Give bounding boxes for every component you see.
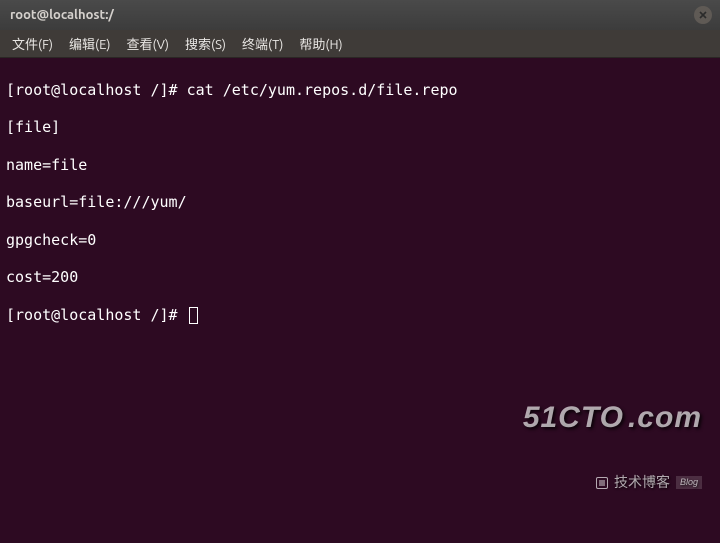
shell-prompt: [root@localhost /]# <box>6 306 187 324</box>
watermark-domain: .com <box>628 399 702 437</box>
watermark-icon <box>596 477 608 489</box>
window-title: root@localhost:/ <box>10 8 114 22</box>
watermark-tag: 技术博客 <box>614 474 670 492</box>
output-line: [file] <box>6 118 714 137</box>
output-line: name=file <box>6 156 714 175</box>
output-line: cost=200 <box>6 268 714 287</box>
menu-help[interactable]: 帮助(H) <box>291 30 350 57</box>
output-line: baseurl=file:///yum/ <box>6 193 714 212</box>
menu-view[interactable]: 查看(V) <box>119 30 177 57</box>
menu-file[interactable]: 文件(F) <box>4 30 61 57</box>
menu-edit[interactable]: 编辑(E) <box>61 30 118 57</box>
terminal-area[interactable]: [root@localhost /]# cat /etc/yum.repos.d… <box>0 58 720 543</box>
menu-terminal[interactable]: 终端(T) <box>234 30 291 57</box>
menu-bar: 文件(F) 编辑(E) 查看(V) 搜索(S) 终端(T) 帮助(H) <box>0 30 720 58</box>
watermark: 51CTO.com 技术博客 Blog <box>523 362 702 530</box>
shell-prompt: [root@localhost /]# <box>6 81 187 99</box>
window-titlebar: root@localhost:/ <box>0 0 720 30</box>
command-text: cat /etc/yum.repos.d/file.repo <box>187 81 458 99</box>
close-icon <box>698 10 708 20</box>
watermark-blog: Blog <box>676 476 702 489</box>
close-button[interactable] <box>694 6 712 24</box>
output-line: gpgcheck=0 <box>6 231 714 250</box>
menu-search[interactable]: 搜索(S) <box>177 30 234 57</box>
watermark-brand: 51CTO <box>523 399 624 437</box>
cursor-block <box>189 307 198 324</box>
